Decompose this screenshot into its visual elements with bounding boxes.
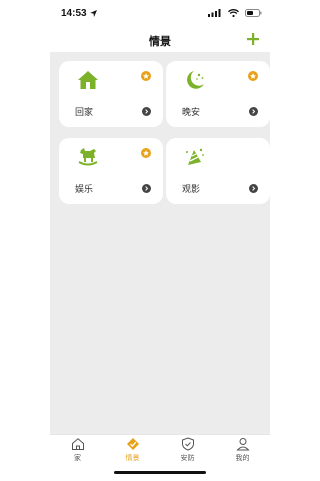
scene-card-home[interactable]: 回家 [59, 61, 163, 127]
scene-card-entertainment[interactable]: 娱乐 [59, 138, 163, 204]
scene-card-goodnight[interactable]: 晚安 [166, 61, 270, 127]
battery-icon [245, 9, 262, 17]
party-hat-icon [186, 148, 204, 165]
scene-label: 回家 [75, 108, 94, 118]
chevron-right-icon[interactable] [249, 107, 258, 116]
tab-scene[interactable]: 情景 [105, 435, 160, 481]
cellular-signal-icon [208, 9, 221, 17]
page-title: 情景 [149, 35, 171, 48]
scene-label: 晚安 [182, 108, 201, 118]
chevron-right-icon[interactable] [142, 184, 151, 193]
tab-label: 我的 [235, 454, 250, 462]
house-icon [71, 438, 84, 450]
chevron-right-icon[interactable] [249, 184, 258, 193]
wifi-icon [228, 9, 239, 17]
add-scene-button[interactable] [244, 30, 262, 48]
scene-list: 回家 晚安 娱乐 观影 [50, 52, 270, 434]
phone-screen: 14:53 情景 回家 晚安 娱乐 观影 家 情景 安防 我的 [50, 0, 270, 481]
favorite-badge-icon [141, 148, 151, 158]
tab-label: 情景 [125, 454, 140, 462]
plus-icon [247, 33, 259, 45]
scene-card-movie[interactable]: 观影 [166, 138, 270, 204]
rocking-horse-icon [78, 148, 98, 166]
tab-label: 安防 [180, 454, 195, 462]
location-arrow-icon [90, 10, 97, 17]
chevron-right-icon[interactable] [142, 107, 151, 116]
status-bar: 14:53 [50, 0, 270, 26]
home-indicator [114, 471, 206, 474]
status-time: 14:53 [61, 8, 87, 19]
scene-icon [126, 438, 139, 450]
moon-stars-icon [187, 71, 204, 89]
tab-security[interactable]: 安防 [160, 435, 215, 481]
favorite-badge-icon [141, 71, 151, 81]
person-icon [235, 438, 250, 451]
tab-label: 家 [74, 454, 81, 462]
scene-label: 娱乐 [75, 185, 94, 195]
home-icon [78, 71, 98, 89]
tab-home[interactable]: 家 [50, 435, 105, 481]
tab-mine[interactable]: 我的 [215, 435, 270, 481]
header: 情景 [50, 28, 270, 52]
favorite-badge-icon [248, 71, 258, 81]
shield-icon [181, 437, 194, 451]
scene-label: 观影 [182, 185, 201, 195]
